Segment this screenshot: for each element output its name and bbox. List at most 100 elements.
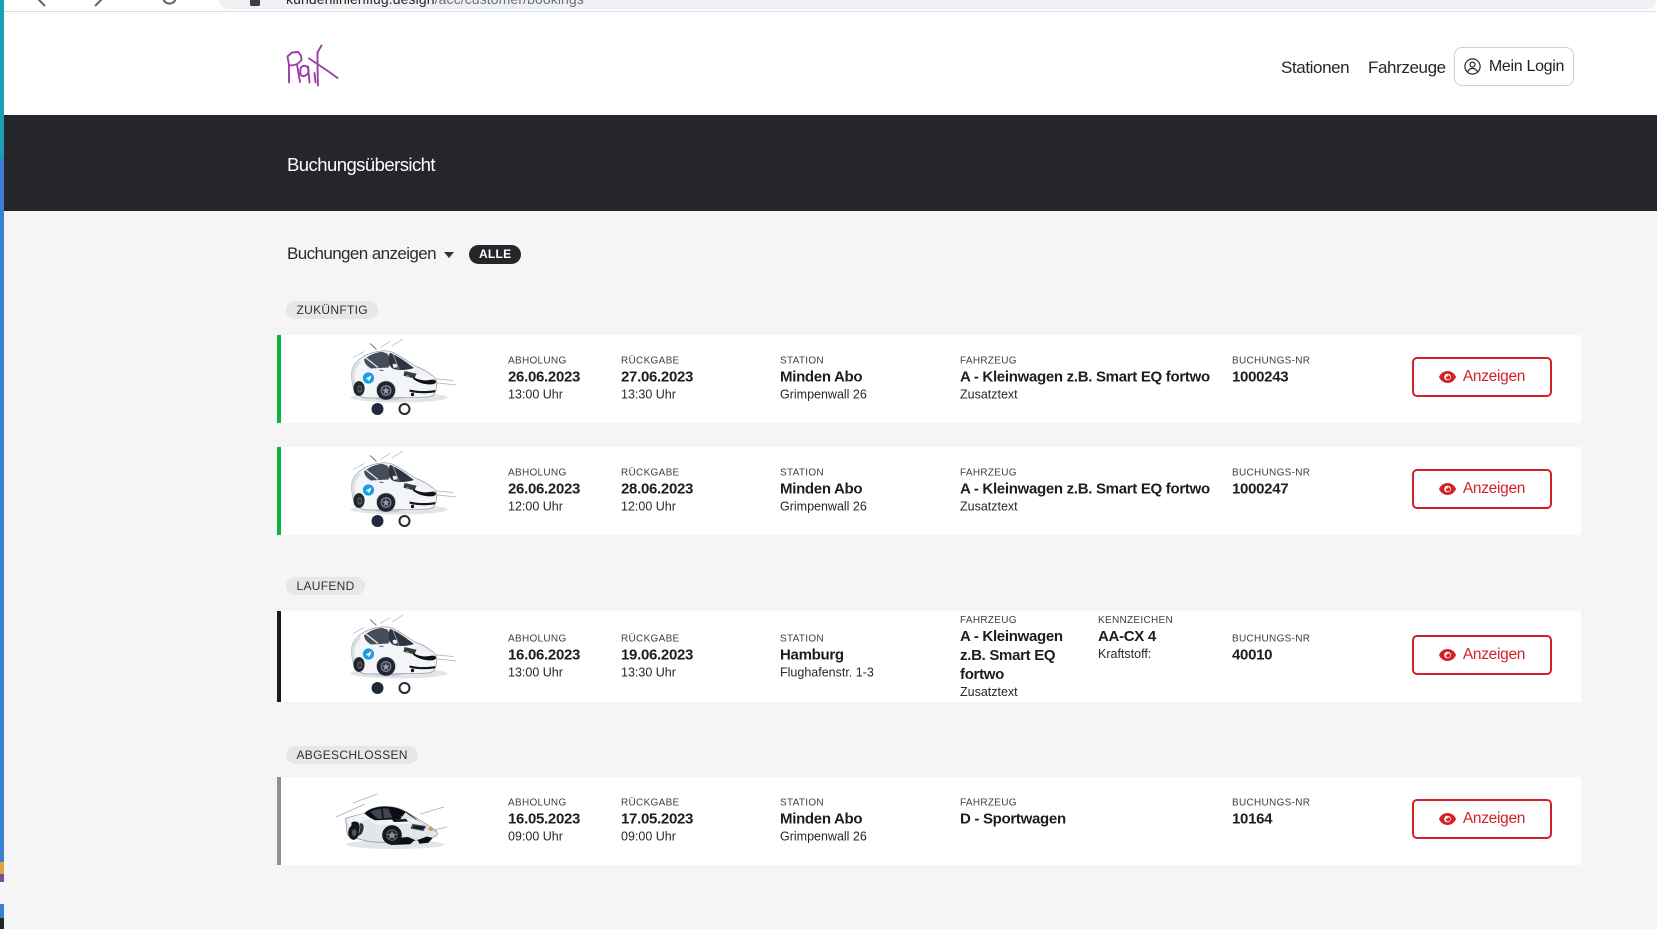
station-label: STATION xyxy=(780,468,950,480)
return-cell: RÜCKGABE 28.06.2023 12:00 Uhr xyxy=(621,468,771,515)
pickup-value: 26.06.2023 xyxy=(508,368,618,387)
carousel-dot-inactive[interactable] xyxy=(399,403,411,415)
browser-back-icon[interactable] xyxy=(32,0,52,9)
vehicle-label: FAHRZEUG xyxy=(960,356,1232,368)
pickup-subtext: 13:00 Uhr xyxy=(508,665,618,680)
station-value: Minden Abo xyxy=(780,368,950,387)
section-cards: ABHOLUNG 26.06.2023 13:00 Uhr RÜCKGABE 2… xyxy=(277,335,1581,535)
return-label: RÜCKGABE xyxy=(621,468,771,480)
vehicle-image-cell[interactable] xyxy=(320,777,462,865)
stripe-segment xyxy=(0,862,4,874)
plate-subtext: Kraftstoff: xyxy=(1098,647,1223,662)
nav-fahrzeuge[interactable]: Fahrzeuge xyxy=(1368,58,1446,78)
carousel-dot-active[interactable] xyxy=(372,515,384,527)
browser-reload-icon[interactable] xyxy=(160,0,180,7)
site-info-icon[interactable] xyxy=(250,0,260,6)
eye-icon xyxy=(1439,483,1456,495)
vehicle-image-cell[interactable] xyxy=(320,611,462,702)
vehicle-image-cell[interactable] xyxy=(320,335,462,423)
filter-dropdown-label[interactable]: Buchungen anzeigen xyxy=(287,244,436,264)
booking-number-subtext xyxy=(1232,665,1402,680)
return-subtext: 13:30 Uhr xyxy=(621,665,771,680)
carousel-dot-active[interactable] xyxy=(372,682,384,694)
chrome-divider xyxy=(0,11,1657,12)
vehicle-label: FAHRZEUG xyxy=(960,468,1232,480)
stripe-segment xyxy=(0,918,4,929)
anzeigen-label: Anzeigen xyxy=(1463,368,1525,386)
eye-icon xyxy=(1439,371,1456,383)
station-label: STATION xyxy=(780,356,950,368)
station-subtext: Grimpenwall 26 xyxy=(780,830,950,845)
browser-chrome: kundenlinienflug.design/acc/customer/boo… xyxy=(0,0,1657,12)
anzeigen-label: Anzeigen xyxy=(1463,646,1525,664)
mein-login-button[interactable]: Mein Login xyxy=(1454,47,1574,86)
booking-number-cell: BUCHUNGS-NR 40010 xyxy=(1232,633,1402,680)
image-carousel-dots xyxy=(372,515,411,527)
eye-icon xyxy=(1439,813,1456,825)
nav-stationen[interactable]: Stationen xyxy=(1281,58,1349,78)
anzeigen-button[interactable]: Anzeigen xyxy=(1412,357,1552,397)
booking-number-label: BUCHUNGS-NR xyxy=(1232,356,1402,368)
booking-number-cell: BUCHUNGS-NR 1000243 xyxy=(1232,356,1402,403)
filter-value-badge[interactable]: ALLE xyxy=(469,245,522,264)
filter-row: Buchungen anzeigen ALLE xyxy=(287,242,1581,266)
section-status-pill: ZUKÜNFTIG xyxy=(286,301,378,319)
browser-forward-icon[interactable] xyxy=(88,0,108,9)
plate-value: AA-CX 4 xyxy=(1098,627,1223,646)
pickup-value: 16.06.2023 xyxy=(508,645,618,664)
booking-card: ABHOLUNG 16.05.2023 09:00 Uhr RÜCKGABE 1… xyxy=(277,777,1581,865)
vehicle-value: A - Kleinwagen z.B. Smart EQ fortwo xyxy=(960,627,1080,684)
booking-number-cell: BUCHUNGS-NR 10164 xyxy=(1232,798,1402,845)
station-subtext: Grimpenwall 26 xyxy=(780,500,950,515)
carousel-dot-inactive[interactable] xyxy=(399,515,411,527)
anzeigen-button[interactable]: Anzeigen xyxy=(1412,469,1552,509)
return-cell: RÜCKGABE 27.06.2023 13:30 Uhr xyxy=(621,356,771,403)
return-label: RÜCKGABE xyxy=(621,356,771,368)
pickup-cell: ABHOLUNG 26.06.2023 12:00 Uhr xyxy=(508,468,618,515)
anzeigen-label: Anzeigen xyxy=(1463,480,1525,498)
station-subtext: Flughafenstr. 1-3 xyxy=(780,665,950,680)
bookings-content: Buchungen anzeigen ALLE ZUKÜNFTIG xyxy=(277,211,1581,865)
booking-section: ABGESCHLOSSEN ABHOLUNG 16.05.2023 09:00 … xyxy=(277,702,1581,865)
booking-number-label: BUCHUNGS-NR xyxy=(1232,468,1402,480)
pickup-value: 16.05.2023 xyxy=(508,810,618,829)
station-cell: STATION Minden Abo Grimpenwall 26 xyxy=(780,468,950,515)
eye-icon xyxy=(1439,649,1456,661)
site-header: Stationen Fahrzeuge Mein Login xyxy=(0,12,1657,115)
station-cell: STATION Minden Abo Grimpenwall 26 xyxy=(780,356,950,403)
logo-rent-scribble[interactable] xyxy=(283,42,339,88)
return-label: RÜCKGABE xyxy=(621,633,771,645)
section-status-pill: ABGESCHLOSSEN xyxy=(286,746,418,764)
stripe-segment xyxy=(0,882,4,904)
stripe-segment xyxy=(0,0,4,158)
station-cell: STATION Minden Abo Grimpenwall 26 xyxy=(780,798,950,845)
carousel-dot-active[interactable] xyxy=(372,403,384,415)
chevron-down-icon[interactable] xyxy=(444,252,454,258)
return-value: 17.05.2023 xyxy=(621,810,771,829)
return-label: RÜCKGABE xyxy=(621,798,771,810)
station-value: Minden Abo xyxy=(780,480,950,499)
pickup-label: ABHOLUNG xyxy=(508,798,618,810)
booking-card: ABHOLUNG 26.06.2023 12:00 Uhr RÜCKGABE 2… xyxy=(277,447,1581,535)
browser-url[interactable]: kundenlinienflug.design/acc/customer/boo… xyxy=(286,0,584,7)
image-carousel-dots xyxy=(372,403,411,415)
booking-section: ZUKÜNFTIG ABHOLUNG 26 xyxy=(277,266,1581,535)
anzeigen-button[interactable]: Anzeigen xyxy=(1412,799,1552,839)
carousel-dot-inactive[interactable] xyxy=(399,682,411,694)
screen-edge-stripe xyxy=(0,0,4,929)
vehicle-value: D - Sportwagen xyxy=(960,810,1232,829)
booking-number-value: 10164 xyxy=(1232,810,1402,829)
booking-number-label: BUCHUNGS-NR xyxy=(1232,798,1402,810)
vehicle-image-cell[interactable] xyxy=(320,447,462,535)
anzeigen-button[interactable]: Anzeigen xyxy=(1412,635,1552,675)
vehicle-value: A - Kleinwagen z.B. Smart EQ fortwo xyxy=(960,480,1232,499)
booking-card: ABHOLUNG 26.06.2023 13:00 Uhr RÜCKGABE 2… xyxy=(277,335,1581,423)
vehicle-label: FAHRZEUG xyxy=(960,615,1080,627)
vehicle-photo-sportscar xyxy=(320,777,462,865)
vehicle-cell: FAHRZEUG A - Kleinwagen z.B. Smart EQ fo… xyxy=(960,356,1232,403)
section-cards: ABHOLUNG 16.05.2023 09:00 Uhr RÜCKGABE 1… xyxy=(277,777,1581,865)
image-carousel-dots xyxy=(372,682,411,694)
pickup-subtext: 12:00 Uhr xyxy=(508,500,618,515)
booking-number-subtext xyxy=(1232,500,1402,515)
page-title-bar: Buchungsübersicht xyxy=(0,115,1657,211)
